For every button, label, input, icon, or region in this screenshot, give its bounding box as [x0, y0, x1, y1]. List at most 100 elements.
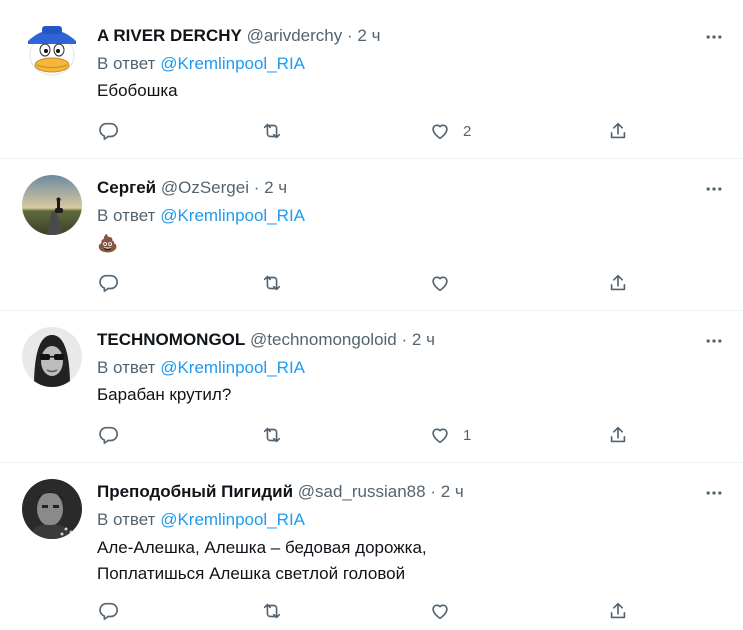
- reply-icon: [99, 122, 118, 141]
- share-button[interactable]: [607, 119, 629, 143]
- tweet[interactable]: A RIVER DERCHY @arivderchy · 2 ч В ответ…: [0, 0, 743, 159]
- reply-mention-link[interactable]: @Kremlinpool_RIA: [160, 510, 305, 529]
- avatar[interactable]: [22, 17, 82, 77]
- sunset-road-avatar-icon: [22, 175, 82, 235]
- share-icon: [610, 122, 626, 139]
- tweet-text-line: Ебобошка: [97, 81, 178, 100]
- more-icon: [706, 35, 722, 39]
- more-button[interactable]: [703, 26, 725, 48]
- tweet-text: Ебобошка: [97, 78, 178, 104]
- reply-button[interactable]: [97, 119, 119, 143]
- reply-context: В ответ @Kremlinpool_RIA: [97, 53, 305, 75]
- retweet-icon: [263, 603, 281, 619]
- like-button[interactable]: 2: [429, 119, 471, 143]
- like-icon: [432, 428, 448, 444]
- reply-prefix: В ответ: [97, 206, 156, 225]
- reply-prefix: В ответ: [97, 358, 156, 377]
- tweet-text: Барабан крутил?: [97, 382, 231, 408]
- reply-mention-link[interactable]: @Kremlinpool_RIA: [160, 206, 305, 225]
- share-icon: [610, 602, 626, 619]
- share-button[interactable]: [607, 599, 629, 623]
- share-icon: [610, 426, 626, 443]
- share-icon: [610, 274, 626, 291]
- retweet-icon: [263, 123, 281, 139]
- avatar[interactable]: [22, 327, 82, 387]
- more-icon: [706, 339, 722, 343]
- tweet[interactable]: Преподобный Пигидий @sad_russian88 · 2 ч…: [0, 463, 743, 630]
- tweet-header: A RIVER DERCHY @arivderchy · 2 ч: [97, 25, 380, 47]
- tweet-text: Але-Алешка, Алешка – бедовая дорожка, По…: [97, 535, 427, 587]
- reply-icon: [99, 426, 118, 445]
- tweet-actions: [97, 599, 637, 623]
- share-button[interactable]: [607, 423, 629, 447]
- sunglasses-man-avatar-icon: [22, 327, 82, 387]
- like-count: 2: [463, 122, 472, 140]
- reply-feed: A RIVER DERCHY @arivderchy · 2 ч В ответ…: [0, 0, 743, 630]
- reply-context: В ответ @Kremlinpool_RIA: [97, 357, 305, 379]
- tweet-header: TECHNOMONGOL @technomongoloid · 2 ч: [97, 329, 435, 351]
- retweet-button[interactable]: [261, 423, 283, 447]
- like-icon: [432, 124, 448, 140]
- handle[interactable]: @sad_russian88: [298, 482, 426, 501]
- reply-icon: [99, 602, 118, 621]
- separator: ·: [401, 330, 408, 349]
- tweet-text-line: Поплатишься Алешка светлой головой: [97, 564, 406, 583]
- tweet-header: Сергей @OzSergei · 2 ч: [97, 177, 287, 199]
- more-icon: [706, 491, 722, 495]
- tweet-actions: 1: [97, 423, 637, 447]
- like-icon: [432, 604, 448, 620]
- timestamp[interactable]: 2 ч: [357, 26, 380, 45]
- reply-prefix: В ответ: [97, 54, 156, 73]
- display-name[interactable]: TECHNOMONGOL: [97, 330, 245, 349]
- handle[interactable]: @technomongoloid: [250, 330, 397, 349]
- share-button[interactable]: [607, 271, 629, 295]
- tweet[interactable]: Сергей @OzSergei · 2 ч В ответ @Kremlinp…: [0, 159, 743, 311]
- like-count: 1: [463, 426, 472, 444]
- retweet-icon: [263, 275, 281, 291]
- tweet[interactable]: TECHNOMONGOL @technomongoloid · 2 ч В от…: [0, 311, 743, 463]
- reply-button[interactable]: [97, 423, 119, 447]
- timestamp[interactable]: 2 ч: [264, 178, 287, 197]
- more-button[interactable]: [703, 330, 725, 352]
- more-button[interactable]: [703, 178, 725, 200]
- more-icon: [706, 187, 722, 191]
- timestamp[interactable]: 2 ч: [412, 330, 435, 349]
- reply-prefix: В ответ: [97, 510, 156, 529]
- separator: ·: [253, 178, 260, 197]
- like-button[interactable]: 1: [429, 423, 471, 447]
- reply-button[interactable]: [97, 599, 119, 623]
- like-icon: [432, 276, 448, 292]
- reply-button[interactable]: [97, 271, 119, 295]
- avatar[interactable]: [22, 479, 82, 539]
- reply-context: В ответ @Kremlinpool_RIA: [97, 205, 305, 227]
- like-button[interactable]: [429, 271, 463, 295]
- tweet-text-line: Але-Алешка, Алешка – бедовая дорожка,: [97, 538, 427, 557]
- like-button[interactable]: [429, 599, 463, 623]
- duck-cap-avatar-icon: [22, 17, 82, 77]
- retweet-icon: [263, 427, 281, 443]
- tweet-header: Преподобный Пигидий @sad_russian88 · 2 ч: [97, 481, 464, 503]
- reply-mention-link[interactable]: @Kremlinpool_RIA: [160, 358, 305, 377]
- tweet-text-line: Барабан крутил?: [97, 385, 232, 404]
- handle[interactable]: @OzSergei: [161, 178, 249, 197]
- tweet-text: 💩: [97, 231, 118, 257]
- avatar[interactable]: [22, 175, 82, 235]
- separator: ·: [347, 26, 353, 45]
- reply-mention-link[interactable]: @Kremlinpool_RIA: [160, 54, 305, 73]
- display-name[interactable]: Преподобный Пигидий: [97, 482, 293, 501]
- tweet-text-line: 💩: [97, 234, 119, 253]
- retweet-button[interactable]: [261, 599, 283, 623]
- monochrome-portrait-avatar-icon: [22, 479, 82, 539]
- timestamp[interactable]: 2 ч: [441, 482, 464, 501]
- display-name[interactable]: A RIVER DERCHY: [97, 26, 242, 45]
- reply-icon: [99, 274, 118, 293]
- more-button[interactable]: [703, 482, 725, 504]
- tweet-actions: 2: [97, 119, 637, 143]
- reply-context: В ответ @Kremlinpool_RIA: [97, 509, 305, 531]
- retweet-button[interactable]: [261, 271, 283, 295]
- separator: ·: [430, 482, 436, 501]
- retweet-button[interactable]: [261, 119, 283, 143]
- tweet-actions: [97, 271, 637, 295]
- handle[interactable]: @arivderchy: [247, 26, 343, 45]
- display-name[interactable]: Сергей: [97, 178, 156, 197]
